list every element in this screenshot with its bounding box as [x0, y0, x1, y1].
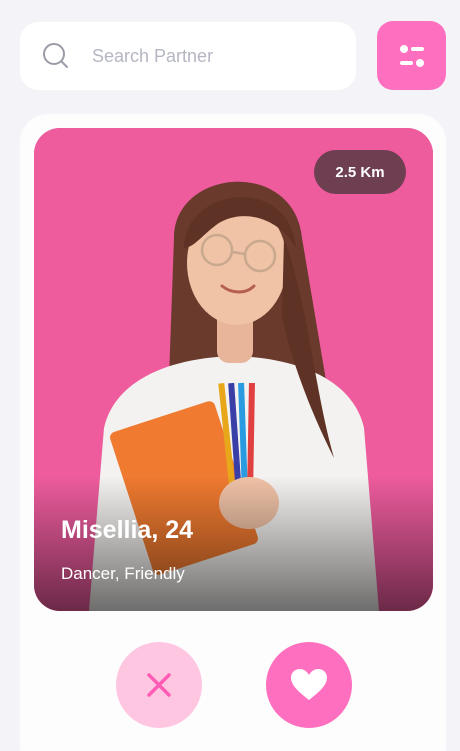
filter-button[interactable] — [377, 21, 446, 90]
app-screen: 2.5 Km Misellia, 24 Dancer, Friendly — [0, 0, 460, 751]
heart-icon — [291, 669, 327, 700]
search-icon — [42, 42, 70, 70]
profile-tags: Dancer, Friendly — [61, 564, 185, 583]
distance-badge: 2.5 Km — [314, 150, 406, 194]
like-button[interactable] — [266, 642, 352, 728]
profile-photo[interactable]: 2.5 Km Misellia, 24 Dancer, Friendly — [34, 128, 433, 611]
close-icon — [147, 673, 171, 697]
filter-sliders-icon — [399, 44, 424, 67]
search-input[interactable] — [90, 44, 324, 68]
search-bar[interactable] — [20, 22, 356, 90]
dislike-button[interactable] — [116, 642, 202, 728]
profile-name-age: Misellia, 24 — [61, 516, 194, 544]
